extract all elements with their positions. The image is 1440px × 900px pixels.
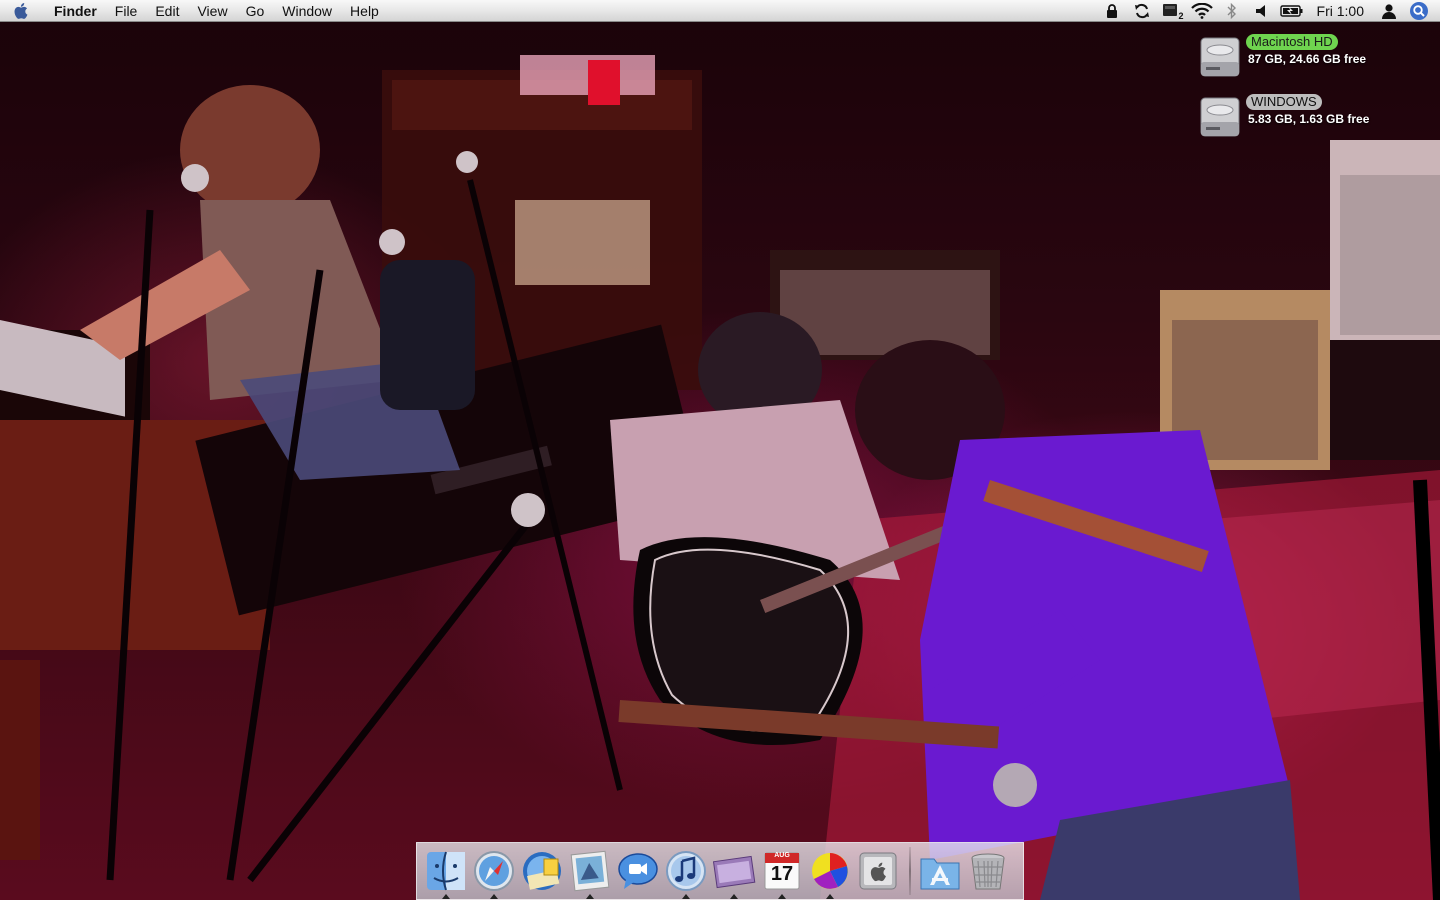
volume-label-group: WINDOWS 5.83 GB, 1.63 GB free: [1246, 94, 1369, 126]
dock-separator: [909, 847, 911, 895]
ical-month: AUG: [774, 852, 790, 859]
dock-item-applications-stack[interactable]: [917, 846, 963, 896]
menu-finder[interactable]: Finder: [44, 0, 106, 22]
ichat-icon: [618, 853, 658, 889]
volume-info: 87 GB, 24.66 GB free: [1248, 52, 1367, 66]
hard-drive-icon: [1200, 37, 1240, 77]
running-indicator: [730, 894, 738, 899]
menu-edit[interactable]: Edit: [146, 0, 188, 22]
volume-name[interactable]: WINDOWS: [1246, 94, 1322, 110]
menu-go[interactable]: Go: [237, 0, 274, 22]
lock-icon[interactable]: [1097, 0, 1127, 22]
dock-item-mail[interactable]: [519, 846, 565, 896]
menu-bar-extras: 2 Fri 1:00: [1097, 0, 1440, 22]
menu-window[interactable]: Window: [273, 0, 341, 22]
spaces-icon[interactable]: 2: [1157, 0, 1187, 22]
dock-item-ichat[interactable]: [615, 846, 661, 896]
pie-chart-icon: [812, 853, 848, 889]
dock-item-safari[interactable]: [471, 846, 517, 899]
ical-date: 17: [770, 863, 794, 885]
volume-icon[interactable]: [1247, 0, 1277, 22]
menu-bar-left: Finder File Edit View Go Window Help: [0, 0, 388, 22]
menu-bar: Finder File Edit View Go Window Help 2 F: [0, 0, 1440, 22]
running-indicator: [682, 894, 690, 899]
preview-icon: [570, 850, 610, 892]
apple-menu[interactable]: [0, 0, 44, 22]
volume-macintosh-hd[interactable]: Macintosh HD 87 GB, 24.66 GB free: [1198, 34, 1366, 80]
dock: AUG 17: [416, 842, 1024, 900]
volume-windows[interactable]: WINDOWS 5.83 GB, 1.63 GB free: [1198, 94, 1369, 140]
dock-item-finder[interactable]: [423, 846, 469, 899]
system-preferences-icon: [859, 852, 897, 890]
spotlight-icon[interactable]: [1404, 0, 1434, 22]
safari-icon: [474, 851, 514, 891]
wifi-icon[interactable]: [1187, 0, 1217, 22]
dock-item-chart[interactable]: [807, 846, 853, 899]
bluetooth-icon[interactable]: [1217, 0, 1247, 22]
trash-icon: [971, 853, 1005, 890]
menu-view[interactable]: View: [188, 0, 236, 22]
menu-help[interactable]: Help: [341, 0, 388, 22]
volume-label-group: Macintosh HD 87 GB, 24.66 GB free: [1246, 34, 1366, 66]
dock-item-imovie[interactable]: [711, 846, 757, 899]
apple-icon: [14, 2, 28, 19]
volume-info: 5.83 GB, 1.63 GB free: [1248, 112, 1370, 126]
applications-folder-icon: [920, 858, 960, 890]
volume-name[interactable]: Macintosh HD: [1246, 34, 1338, 50]
running-indicator: [442, 894, 450, 899]
dock-item-preview[interactable]: [567, 846, 613, 899]
mail-icon: [523, 852, 561, 890]
dock-item-ical[interactable]: AUG 17: [759, 846, 805, 899]
spaces-number: 2: [1178, 10, 1184, 21]
running-indicator: [826, 894, 834, 899]
user-icon[interactable]: [1374, 0, 1404, 22]
imovie-icon: [712, 855, 756, 889]
menu-bar-clock[interactable]: Fri 1:00: [1307, 0, 1374, 22]
finder-icon: [427, 851, 465, 891]
running-indicator: [490, 894, 498, 899]
itunes-icon: [666, 851, 706, 891]
sync-icon[interactable]: [1127, 0, 1157, 22]
hard-drive-icon: [1200, 97, 1240, 137]
dock-item-trash[interactable]: [965, 846, 1011, 896]
running-indicator: [778, 894, 786, 899]
dock-item-system-preferences[interactable]: [855, 846, 901, 896]
dock-item-itunes[interactable]: [663, 846, 709, 899]
running-indicator: [586, 894, 594, 899]
battery-icon[interactable]: [1277, 0, 1307, 22]
menu-file[interactable]: File: [106, 0, 147, 22]
